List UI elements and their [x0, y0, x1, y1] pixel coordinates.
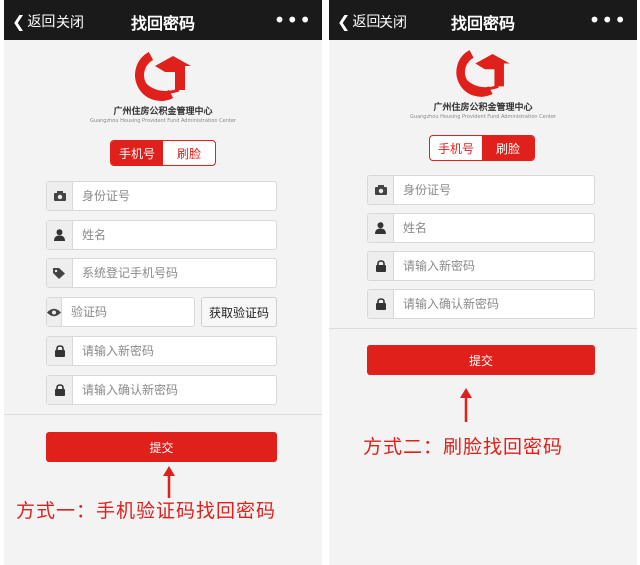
method-two-caption: 方式二：刷脸找回密码 [363, 436, 564, 458]
new-password-input[interactable] [394, 252, 594, 280]
new-password-field [46, 336, 277, 366]
back-label: 返回 [352, 14, 381, 30]
back-label: 返回 [27, 14, 56, 30]
org-name-en: Guangzhou Housing Provident Fund Adminis… [90, 118, 236, 124]
close-button[interactable]: 关闭 [56, 12, 84, 32]
back-button[interactable]: ❮ 返回 [12, 11, 55, 31]
divider [4, 414, 322, 415]
lock-icon [368, 290, 394, 318]
id-number-input[interactable] [73, 182, 276, 210]
submit-button[interactable]: 提交 [367, 345, 595, 375]
chevron-left-icon: ❮ [12, 11, 26, 31]
org-name: 广州住房公积金管理中心 [433, 103, 533, 113]
name-input[interactable] [394, 214, 594, 242]
tag-icon [47, 259, 73, 287]
new-password-input[interactable] [73, 337, 276, 365]
close-button[interactable]: 关闭 [379, 12, 407, 32]
new-password-field [367, 251, 595, 281]
mode-toggle: 手机号 刷脸 [429, 135, 535, 161]
user-icon [47, 221, 73, 249]
top-bar: ❮ 返回 关闭 找回密码 ••• [329, 0, 637, 40]
camera-icon [368, 176, 394, 204]
name-input[interactable] [73, 221, 276, 249]
phone-field [46, 258, 277, 288]
submit-button[interactable]: 提交 [46, 432, 277, 462]
more-menu-icon[interactable]: ••• [589, 8, 627, 32]
left-screen: ❮ 返回 关闭 找回密码 ••• 广州住房公积金管理中心 Guangzhou H… [4, 0, 322, 565]
logo: 广州住房公积金管理中心 Guangzhou Housing Provident … [4, 50, 322, 124]
confirm-password-field [46, 375, 277, 405]
org-name-en: Guangzhou Housing Provident Fund Adminis… [410, 114, 556, 120]
confirm-password-input[interactable] [73, 376, 276, 404]
eye-icon [47, 298, 62, 326]
top-bar: ❮ 返回 关闭 找回密码 ••• [4, 0, 322, 40]
right-screen: ❮ 返回 关闭 找回密码 ••• 广州住房公积金管理中心 Guangzhou H… [329, 0, 637, 565]
camera-icon [47, 182, 73, 210]
user-icon [368, 214, 394, 242]
back-button[interactable]: ❮ 返回 [337, 11, 380, 31]
lock-icon [47, 337, 73, 365]
phone-input[interactable] [73, 259, 276, 287]
method-one-caption: 方式一：手机验证码找回密码 [16, 500, 277, 522]
id-number-input[interactable] [394, 176, 594, 204]
org-name: 广州住房公积金管理中心 [113, 107, 213, 117]
verify-code-input[interactable] [62, 298, 221, 326]
chevron-left-icon: ❮ [337, 11, 351, 31]
confirm-password-input[interactable] [394, 290, 594, 318]
housing-fund-logo-icon [456, 50, 510, 97]
divider [329, 328, 637, 329]
toggle-face[interactable]: 刷脸 [482, 136, 534, 160]
pointer-arrow-icon [163, 466, 175, 498]
name-field [46, 220, 277, 250]
toggle-phone[interactable]: 手机号 [111, 141, 163, 165]
id-number-field [367, 175, 595, 205]
toggle-phone[interactable]: 手机号 [430, 136, 482, 160]
name-field [367, 213, 595, 243]
mode-toggle: 手机号 刷脸 [110, 140, 216, 166]
get-code-button[interactable]: 获取验证码 [201, 297, 277, 327]
logo: 广州住房公积金管理中心 Guangzhou Housing Provident … [329, 48, 637, 120]
pointer-arrow-icon [460, 388, 472, 422]
lock-icon [47, 376, 73, 404]
id-number-field [46, 181, 277, 211]
toggle-face[interactable]: 刷脸 [163, 141, 215, 165]
lock-icon [368, 252, 394, 280]
housing-fund-logo-icon [135, 52, 191, 101]
confirm-password-field [367, 289, 595, 319]
verify-code-field [46, 297, 221, 327]
more-menu-icon[interactable]: ••• [274, 8, 312, 32]
